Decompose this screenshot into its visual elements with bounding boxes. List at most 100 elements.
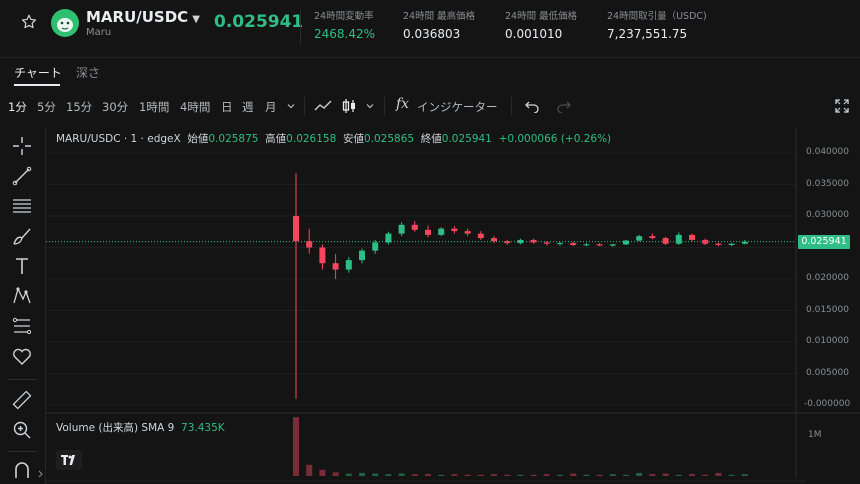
volume-bar [543,474,550,476]
stat-value: 0.036803 [403,27,461,41]
volume-bar [345,473,352,476]
toolbar-divider [384,97,385,115]
legend-symbol: MARU/USDC · 1 · edgeX [56,133,181,145]
volume-bar [411,474,418,476]
chevron-down-icon[interactable] [286,101,296,111]
indicator-fx-icon[interactable]: fx [396,96,409,112]
legend-change: +0.000066 (+0.26%) [498,133,612,145]
volume-value: 73.435K [181,422,225,434]
candle-body [636,236,643,241]
price-tick: 0.010000 [806,336,849,346]
stat-label: 24時間変動率 [314,11,374,22]
candles [293,173,748,399]
interval-day[interactable]: 日 [221,99,233,115]
legend-high-label: 高値 [265,133,287,145]
candle-body [715,243,722,245]
candle-body [451,228,458,232]
volume-bar [596,474,603,476]
chevron-right-icon[interactable] [36,470,44,478]
candle-body [557,243,563,245]
interval-week[interactable]: 週 [242,99,254,115]
volume-bar [451,474,458,476]
legend-low: 0.025865 [363,133,415,145]
volume-legend: Volume (出来高) SMA 9 73.435K [56,420,225,435]
volume-bar [702,474,709,476]
pattern-icon[interactable] [10,284,34,308]
candle-body [530,239,537,243]
tab-chart[interactable]: チャート [14,64,62,81]
volume-bar [715,472,722,476]
interval-30m[interactable]: 30分 [102,99,128,115]
horizontal-lines-icon[interactable] [10,194,34,218]
legend-open: 0.025875 [208,133,259,145]
candle-body [689,234,695,240]
ruler-icon[interactable] [10,388,34,412]
candle-body [491,238,497,242]
text-tool-icon[interactable] [10,254,34,278]
fullscreen-icon[interactable] [834,98,850,114]
interval-1h[interactable]: 1時間 [139,99,169,115]
header-divider [300,10,301,44]
trend-line-icon[interactable] [10,164,34,188]
market-header: MARU/USDC ▼ Maru 0.025941 24時間変動率 2468.42… [0,0,860,58]
chevron-down-icon[interactable] [365,101,375,111]
price-tick: -0.000000 [804,399,851,409]
candle-body [306,241,313,248]
candle-body [728,243,735,245]
candle-body [293,216,299,242]
chart-grid [46,152,796,406]
volume-bar [332,472,339,476]
stat-volume: 24時間取引量（USDC) 7,237,551.75 [607,8,707,41]
volume-bar [504,474,511,476]
candlestick-icon[interactable] [340,97,358,115]
crosshair-icon[interactable] [10,134,34,158]
volume-bar [636,472,643,476]
current-price-tag: 0.025941 [798,235,850,249]
candle-body [438,228,445,235]
volume-bar [689,474,695,476]
volume-bar [649,474,656,476]
brush-icon[interactable] [10,224,34,248]
toolbar-divider [304,97,305,115]
interval-1m[interactable]: 1分 [8,99,27,115]
candle-body [517,239,524,244]
legend-close: 0.025941 [441,133,492,145]
volume-bars [293,417,748,476]
volume-bar [372,473,379,476]
stat-high: 24時間 最高価格 0.036803 [403,8,475,41]
last-price: 0.025941 [214,12,304,32]
candle-body [398,224,405,234]
interval-5m[interactable]: 5分 [37,99,56,115]
price-tick: 0.035000 [806,179,849,189]
magnet-icon[interactable] [10,458,34,482]
tradingview-logo[interactable] [56,450,82,470]
indicators-button[interactable]: インジケーター [417,99,498,115]
redo-icon[interactable] [556,99,572,113]
candle-body [662,238,669,244]
candle-body [464,231,471,234]
stat-change: 24時間変動率 2468.42% [314,8,375,41]
zoom-in-icon[interactable] [10,418,34,442]
time-scrollbar[interactable] [46,478,806,484]
legend-close-label: 終値 [420,133,442,145]
line-chart-icon[interactable] [313,97,333,115]
volume-bar [306,464,313,476]
heart-icon[interactable] [10,344,34,368]
pair-selector[interactable]: MARU/USDC ▼ [86,8,200,26]
price-tick: 0.005000 [806,368,849,378]
star-icon[interactable] [20,13,38,31]
volume-bar [398,473,405,476]
interval-15m[interactable]: 15分 [66,99,92,115]
interval-4h[interactable]: 4時間 [180,99,210,115]
fib-levels-icon[interactable] [10,314,34,338]
candle-body [504,241,511,244]
price-tick: 0.020000 [806,273,849,283]
tab-depth[interactable]: 深さ [76,64,100,81]
interval-month[interactable]: 月 [265,99,277,115]
volume-bar [464,474,471,476]
volume-tick: 1M [808,430,822,440]
token-name: Maru [86,27,112,38]
volume-bar [517,474,524,476]
undo-icon[interactable] [524,99,540,113]
candle-body [411,224,418,230]
